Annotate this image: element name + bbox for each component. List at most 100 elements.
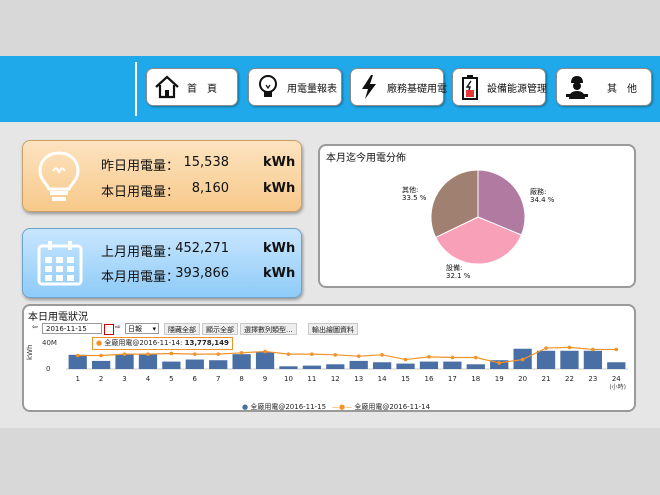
x-tick-label: 7 bbox=[216, 375, 220, 383]
last-month-usage-row: 上月用電量： 452,271 kWh bbox=[101, 241, 301, 261]
line-point bbox=[591, 347, 595, 352]
line-point bbox=[75, 353, 80, 358]
home-icon bbox=[155, 75, 179, 99]
yesterday-usage-value: 15,538 bbox=[183, 155, 230, 170]
calendar-icon bbox=[37, 241, 83, 286]
line-point bbox=[614, 347, 619, 352]
bar bbox=[138, 354, 158, 369]
daily-usage-chart: 40M0kWh1 2 3 4 5 6 7 8 9 10 11 12 13 14 15 16 17 18 19 20 21… bbox=[26, 339, 628, 391]
line-point bbox=[192, 352, 197, 356]
x-tick-label: 21 bbox=[542, 375, 551, 383]
line-point bbox=[216, 352, 221, 356]
nav-button-facility-power[interactable]: 廠務基礎用電 bbox=[350, 68, 447, 106]
nav-button-other[interactable]: 其 他 bbox=[556, 68, 652, 106]
nav-label: 用電量報表 bbox=[287, 83, 337, 95]
legend-item-series-1[interactable]: ● 全廠用電@2016-11-15 bbox=[242, 402, 326, 412]
bar bbox=[91, 360, 111, 369]
bar bbox=[466, 364, 485, 369]
x-tick-label: 12 bbox=[331, 375, 340, 383]
x-tick-label: 10 bbox=[284, 375, 293, 383]
x-tick-label: 1 bbox=[75, 375, 79, 383]
tooltip-value: 13,778,149 bbox=[184, 339, 229, 347]
chart-tooltip: ● 全廠用電@2016-11-14: 13,778,149 bbox=[92, 337, 233, 350]
y-tick-label: 0 bbox=[46, 365, 50, 373]
distribution-pie-chart bbox=[430, 169, 526, 265]
bar bbox=[185, 359, 204, 369]
pie-label-other: 其他: 33.5 % bbox=[402, 186, 427, 202]
x-tick-label: 2 bbox=[99, 375, 103, 383]
line-point bbox=[427, 355, 431, 359]
line-point bbox=[122, 352, 127, 356]
bar bbox=[583, 350, 603, 369]
legend-label: 全廠用電@2016-11-15 bbox=[250, 403, 327, 411]
bar bbox=[255, 352, 275, 369]
x-tick-label: 20 bbox=[518, 375, 527, 383]
monthly-distribution-panel: 本月迄今用電分佈 其他: 33.5 % 廠務: 34.4 % 設備: 32.1 … bbox=[318, 144, 636, 288]
line-point bbox=[263, 349, 267, 354]
x-unit-label: (小時) bbox=[609, 383, 626, 391]
top-navigation-bar: 首 頁 用電量報表 廠務基礎用電 設備能源管理 其 他 bbox=[0, 56, 660, 122]
nav-button-power-report[interactable]: 用電量報表 bbox=[248, 68, 342, 106]
yesterday-usage-label: 昨日用電量： bbox=[101, 159, 180, 174]
this-month-usage-label: 本月用電量： bbox=[101, 270, 180, 285]
x-tick-label: 5 bbox=[169, 375, 173, 383]
nav-label: 設備能源管理 bbox=[487, 83, 547, 95]
tooltip-marker: ● bbox=[96, 339, 103, 347]
line-point bbox=[146, 352, 150, 356]
pie-label-equipment: 設備: 32.1 % bbox=[446, 264, 471, 280]
bar bbox=[443, 361, 462, 369]
daily-usage-panel: 本日用電狀況 ⇦ 2016-11-15 ⇨ 日報 ▾ 隱藏全部 顯示全部 選擇數列… bbox=[22, 304, 636, 412]
x-tick-label: 11 bbox=[307, 375, 316, 383]
monthly-usage-card: 上月用電量： 452,271 kWh 本月用電量： 393,866 kWh bbox=[22, 228, 302, 298]
x-tick-label: 16 bbox=[424, 375, 433, 383]
lightbulb-icon bbox=[38, 151, 80, 201]
lightning-icon bbox=[362, 75, 376, 99]
bar bbox=[115, 354, 134, 369]
nav-button-equipment-energy[interactable]: 設備能源管理 bbox=[452, 68, 547, 106]
bar bbox=[372, 362, 392, 369]
nav-label: 其 他 bbox=[607, 83, 637, 95]
y-tick-label: 40M bbox=[42, 339, 57, 347]
x-tick-label: 14 bbox=[378, 375, 387, 383]
line-point bbox=[356, 354, 361, 358]
today-usage-label: 本日用電量： bbox=[101, 185, 180, 200]
line-point bbox=[99, 353, 103, 358]
y-axis-label: kWh bbox=[26, 345, 34, 360]
today-usage-value: 8,160 bbox=[191, 181, 229, 196]
legend-item-series-2[interactable]: —●— 全廠用電@2016-11-14 bbox=[332, 402, 430, 412]
today-usage-row: 本日用電量： 8,160 kWh bbox=[101, 181, 301, 201]
legend-label: 全廠用電@2016-11-14 bbox=[354, 403, 431, 411]
bar bbox=[162, 361, 181, 369]
daily-usage-card: 昨日用電量： 15,538 kWh 本日用電量： 8,160 kWh bbox=[22, 140, 302, 212]
line-point bbox=[333, 353, 338, 357]
bar bbox=[560, 350, 579, 369]
last-month-usage-value: 452,271 bbox=[175, 241, 229, 256]
this-month-usage-value: 393,866 bbox=[175, 266, 229, 281]
line-point bbox=[450, 355, 455, 360]
battery-icon bbox=[462, 75, 478, 100]
line-point bbox=[239, 351, 244, 355]
nav-label: 廠務基礎用電 bbox=[387, 83, 447, 95]
x-tick-label: 13 bbox=[354, 375, 363, 383]
x-tick-label: 22 bbox=[565, 375, 574, 383]
bar bbox=[302, 365, 322, 369]
bar bbox=[607, 362, 626, 369]
x-tick-label: 6 bbox=[193, 375, 198, 383]
bar bbox=[326, 364, 345, 369]
x-tick-label: 15 bbox=[401, 375, 410, 383]
line-point bbox=[169, 351, 174, 356]
nav-button-home[interactable]: 首 頁 bbox=[146, 68, 238, 106]
x-tick-label: 3 bbox=[122, 375, 126, 383]
tooltip-label: 全廠用電@2016-11-14: bbox=[104, 339, 183, 347]
this-month-usage-row: 本月用電量： 393,866 kWh bbox=[101, 266, 301, 286]
line-point bbox=[520, 357, 525, 362]
line-point bbox=[497, 361, 502, 365]
lightbulb-icon bbox=[259, 75, 277, 97]
line-point bbox=[380, 353, 384, 357]
today-usage-unit: kWh bbox=[263, 181, 296, 196]
x-tick-label: 8 bbox=[239, 375, 243, 383]
line-point bbox=[567, 345, 572, 350]
x-tick-label: 23 bbox=[588, 375, 597, 383]
x-tick-label: 17 bbox=[448, 375, 457, 383]
x-tick-label: 24 bbox=[612, 375, 621, 383]
